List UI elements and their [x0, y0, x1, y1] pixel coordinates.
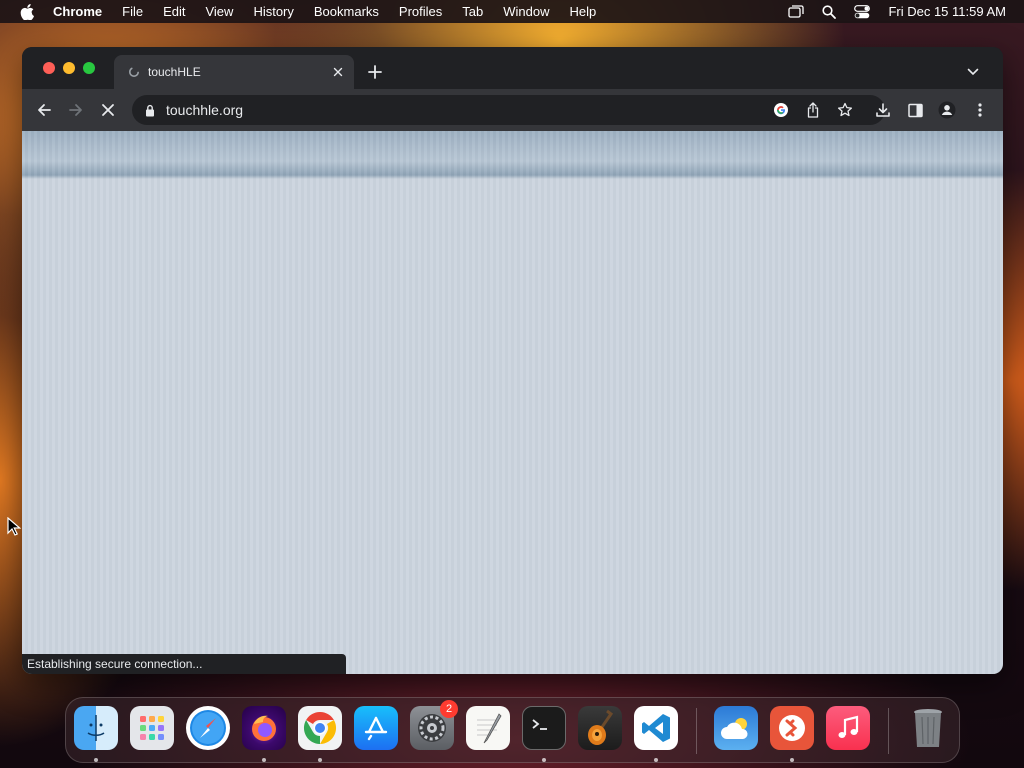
forward-arrow-icon[interactable] — [67, 101, 85, 119]
finder-icon[interactable] — [74, 706, 118, 750]
profile-icon[interactable] — [938, 101, 956, 119]
menu-help[interactable]: Help — [570, 4, 597, 19]
address-bar[interactable]: touchhle.org — [132, 95, 885, 125]
dock-separator — [888, 708, 889, 754]
menu-bookmarks[interactable]: Bookmarks — [314, 4, 379, 19]
running-indicator — [318, 758, 322, 762]
menu-view[interactable]: View — [205, 4, 233, 19]
lock-icon[interactable] — [144, 103, 156, 117]
page-content[interactable]: Establishing secure connection... — [22, 131, 1003, 674]
mouse-cursor-icon — [7, 517, 21, 536]
running-indicator — [790, 758, 794, 762]
music-icon[interactable] — [826, 706, 870, 750]
terminal-icon[interactable] — [522, 706, 566, 750]
running-indicator — [654, 758, 658, 762]
browser-toolbar: touchhle.org — [22, 89, 1003, 131]
menu-window[interactable]: Window — [503, 4, 549, 19]
garageband-icon[interactable] — [578, 706, 622, 750]
google-lens-icon[interactable] — [772, 101, 790, 119]
bookmark-star-icon[interactable] — [836, 101, 854, 119]
status-bubble: Establishing secure connection... — [22, 654, 346, 674]
back-arrow-icon[interactable] — [35, 101, 53, 119]
trash-icon[interactable] — [906, 706, 950, 750]
running-indicator — [542, 758, 546, 762]
notification-badge: 2 — [440, 700, 458, 718]
menu-file[interactable]: File — [122, 4, 143, 19]
control-center-icon[interactable] — [853, 3, 871, 21]
tab-title: touchHLE — [148, 65, 201, 79]
loading-spinner-icon — [128, 66, 140, 78]
running-indicator — [94, 758, 98, 762]
remote-desktop-icon[interactable] — [770, 706, 814, 750]
running-indicator — [262, 758, 266, 762]
window-zoom-button[interactable] — [83, 62, 95, 74]
tab-touchhle[interactable]: touchHLE — [114, 55, 354, 89]
window-minimize-button[interactable] — [63, 62, 75, 74]
side-panel-icon[interactable] — [906, 101, 924, 119]
weather-icon[interactable] — [714, 706, 758, 750]
share-icon[interactable] — [804, 101, 822, 119]
screen-mirroring-icon[interactable] — [787, 3, 805, 21]
vscode-icon[interactable] — [634, 706, 678, 750]
menu-history[interactable]: History — [253, 4, 293, 19]
more-menu-icon[interactable] — [971, 101, 989, 119]
dock-separator — [696, 708, 697, 754]
menubar: Chrome File Edit View History Bookmarks … — [0, 0, 1024, 23]
launchpad-icon[interactable] — [130, 706, 174, 750]
chrome-icon[interactable] — [298, 706, 342, 750]
app-store-icon[interactable] — [354, 706, 398, 750]
menu-profiles[interactable]: Profiles — [399, 4, 442, 19]
spotlight-search-icon[interactable] — [820, 3, 838, 21]
tab-search-chevron-icon[interactable] — [965, 64, 981, 80]
system-settings-icon[interactable]: 2 — [410, 700, 458, 750]
window-close-button[interactable] — [43, 62, 55, 74]
tab-close-icon[interactable] — [330, 64, 346, 80]
menu-edit[interactable]: Edit — [163, 4, 185, 19]
dock: 2 — [65, 697, 960, 763]
stop-loading-icon[interactable] — [99, 101, 117, 119]
tab-strip: touchHLE — [22, 47, 1003, 89]
new-tab-button[interactable] — [367, 64, 383, 80]
safari-icon[interactable] — [186, 706, 230, 750]
menubar-clock[interactable]: Fri Dec 15 11:59 AM — [888, 4, 1006, 19]
address-bar-url[interactable]: touchhle.org — [166, 102, 243, 118]
firefox-icon[interactable] — [242, 706, 286, 750]
download-icon[interactable] — [874, 101, 892, 119]
textedit-icon[interactable] — [466, 706, 510, 750]
apple-menu-icon[interactable] — [17, 0, 37, 23]
menu-app-name[interactable]: Chrome — [53, 4, 102, 19]
menu-tab[interactable]: Tab — [462, 4, 483, 19]
browser-window: touchHLE touchhle.org Establishing secur… — [22, 47, 1003, 674]
